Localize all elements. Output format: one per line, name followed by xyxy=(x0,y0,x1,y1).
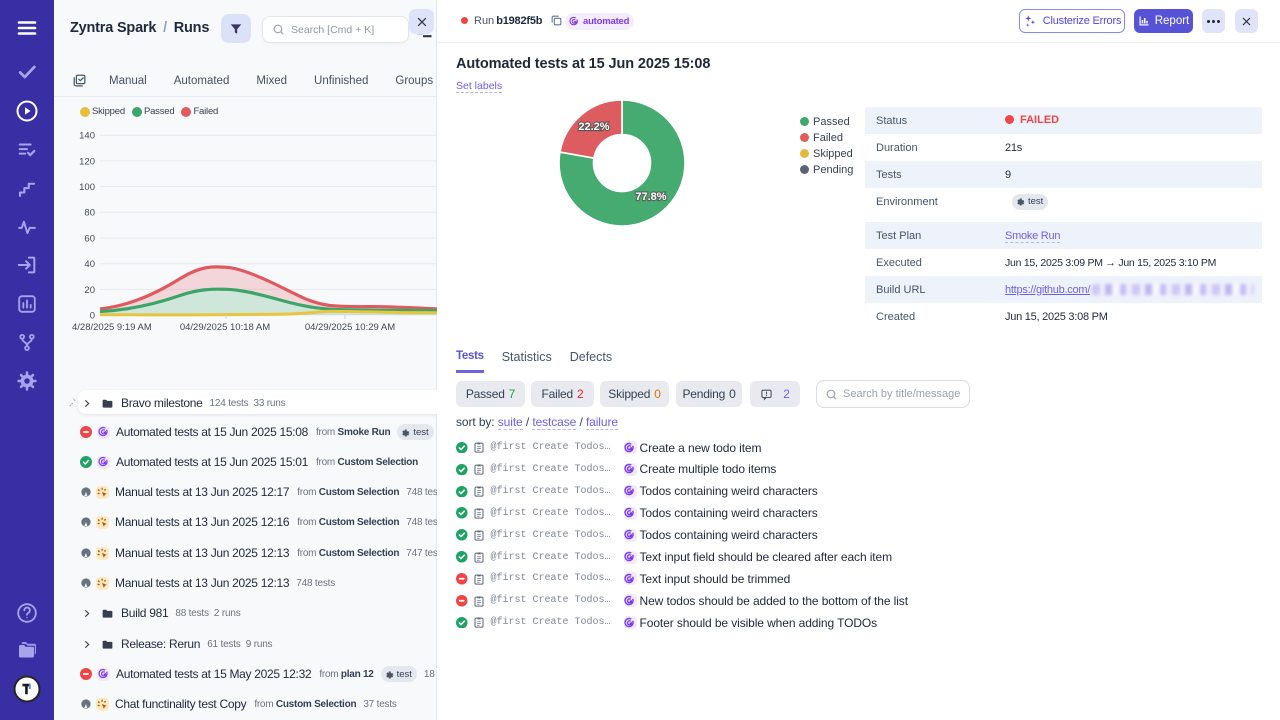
svg-text:4/28/2025 9:19 AM: 4/28/2025 9:19 AM xyxy=(72,322,152,333)
svg-text:20: 20 xyxy=(84,285,95,296)
svg-text:60: 60 xyxy=(84,233,95,244)
svg-text:100: 100 xyxy=(79,182,95,193)
svg-text:22.2%: 22.2% xyxy=(578,121,609,133)
svg-text:140: 140 xyxy=(79,131,95,142)
svg-text:0: 0 xyxy=(90,311,95,322)
svg-text:77.8%: 77.8% xyxy=(635,191,666,203)
svg-text:40: 40 xyxy=(84,259,95,270)
svg-text:120: 120 xyxy=(79,156,95,167)
svg-text:80: 80 xyxy=(84,208,95,219)
svg-text:04/29/2025 10:18 AM: 04/29/2025 10:18 AM xyxy=(180,322,270,333)
svg-text:04/29/2025 10:29 AM: 04/29/2025 10:29 AM xyxy=(305,322,395,333)
